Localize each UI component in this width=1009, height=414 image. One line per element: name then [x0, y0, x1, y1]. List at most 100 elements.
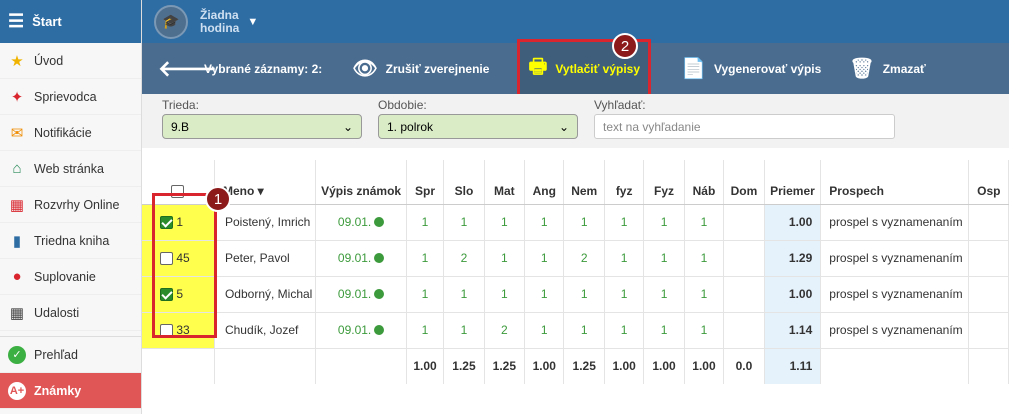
grade-cell[interactable]: 1: [684, 204, 725, 241]
grade-cell[interactable]: 2: [443, 240, 485, 277]
table-row[interactable]: 45 Peter, Pavol 09.01. 1 2 1 1 2 1 1 1 1.29 prospel …: [142, 240, 1009, 277]
grade-cell[interactable]: 2: [563, 240, 605, 277]
search-label: Vyhľadať:: [594, 98, 646, 112]
grade-cell[interactable]: 1: [524, 312, 565, 349]
hour-line1: Žiadna: [200, 7, 239, 22]
grade-cell[interactable]: 1: [684, 276, 725, 313]
footer-average: 1.00: [643, 348, 685, 384]
toolbar: 🡐 Vybrané záznamy: 2: 👁 Zrušiť zverejneni…: [142, 38, 1009, 99]
grade-cell[interactable]: 1: [684, 312, 725, 349]
back-arrow-icon[interactable]: 🡐: [158, 56, 217, 82]
column-header: Nem: [563, 160, 605, 205]
grade-cell[interactable]: 1: [643, 204, 685, 241]
sidebar-item-znamky[interactable]: A+ Známky: [0, 373, 141, 409]
publish-date-cell[interactable]: 09.01.: [315, 240, 407, 277]
footer-empty: [214, 348, 317, 384]
table-row[interactable]: 33 Chudík, Jozef 09.01. 1 1 2 1 1 1 1 1 1.14 prospel…: [142, 312, 1009, 349]
grade-cell[interactable]: [723, 276, 765, 313]
student-name[interactable]: Odborný, Michal: [214, 276, 317, 313]
grade-cell[interactable]: 1: [484, 204, 526, 241]
sidebar-item-uvod[interactable]: ★ Úvod: [0, 43, 141, 79]
period-select[interactable]: 1. polrok ⌄: [378, 114, 578, 139]
behavior-cell: [968, 312, 1009, 349]
grade-cell[interactable]: 1: [563, 312, 605, 349]
grade-cell[interactable]: 1: [406, 276, 445, 313]
grade-cell[interactable]: [723, 240, 765, 277]
hour-selector[interactable]: Žiadna hodina: [200, 7, 239, 35]
student-name[interactable]: Chudík, Jozef: [214, 312, 317, 349]
student-name[interactable]: Poistený, Imrich: [214, 204, 317, 241]
table-row[interactable]: 5 Odborný, Michal 09.01. 1 1 1 1 1 1 1 1 1.00 prospe…: [142, 276, 1009, 313]
footer-empty: [820, 348, 970, 384]
publish-date-cell[interactable]: 09.01.: [315, 204, 407, 241]
grade-cell[interactable]: [723, 312, 765, 349]
grade-cell[interactable]: 1: [563, 276, 605, 313]
search-input[interactable]: text na vyhľadanie: [594, 114, 895, 139]
table-row[interactable]: 1 Poistený, Imrich 09.01. 1 1 1 1 1 1 1 1 1.00 prosp…: [142, 204, 1009, 241]
selection-highlight-box: [152, 193, 217, 338]
hamburger-icon[interactable]: ☰: [8, 11, 24, 32]
grade-cell[interactable]: 1: [604, 312, 645, 349]
filter-bar: Trieda: 9.B ⌄ Obdobie: 1. polrok ⌄ Vyhľada…: [142, 94, 1009, 148]
sidebar-title: Štart: [32, 14, 62, 29]
grade-cell[interactable]: 1: [643, 312, 685, 349]
sidebar-item-prehlad[interactable]: ✓ Prehľad: [0, 337, 141, 373]
sidebar-item-rozvrhy[interactable]: ▦ Rozvrhy Online: [0, 187, 141, 223]
unpublish-button[interactable]: 👁 Zrušiť zverejnenie: [352, 56, 489, 81]
grade-cell[interactable]: 2: [484, 312, 526, 349]
footer-empty: [968, 348, 1009, 384]
sidebar-item-sprievodca[interactable]: ✦ Sprievodca: [0, 79, 141, 115]
grade-cell[interactable]: 1: [406, 312, 445, 349]
publish-date-cell[interactable]: 09.01.: [315, 276, 407, 313]
student-name[interactable]: Peter, Pavol: [214, 240, 317, 277]
grade-cell[interactable]: 1: [443, 312, 485, 349]
column-header: Spr: [406, 160, 445, 205]
sidebar-item-suplovanie[interactable]: ● Suplovanie: [0, 259, 141, 295]
selected-records-label: Vybrané záznamy: 2:: [204, 61, 323, 76]
footer-average: 1.00: [684, 348, 725, 384]
grade-cell[interactable]: [723, 204, 765, 241]
sidebar-item-notifikacie[interactable]: ✉ Notifikácie: [0, 115, 141, 151]
globe-icon: [374, 289, 385, 299]
grade-cell[interactable]: 1: [524, 204, 565, 241]
column-header: Priemer: [764, 160, 822, 205]
grade-cell[interactable]: 1: [484, 240, 526, 277]
grade-cell[interactable]: 1: [484, 276, 526, 313]
generate-button[interactable]: 📄 Vygenerovať výpis: [681, 56, 821, 81]
grade-cell[interactable]: 1: [443, 276, 485, 313]
sidebar-header[interactable]: ☰ Štart: [0, 0, 141, 43]
delete-button[interactable]: 🗑 Zmazať: [849, 56, 926, 81]
grade-cell[interactable]: 1: [684, 240, 725, 277]
column-header: Osp: [968, 160, 1009, 205]
grade-cell[interactable]: 1: [443, 204, 485, 241]
sidebar-item-triedna-kniha[interactable]: ▮ Triedna kniha: [0, 223, 141, 259]
callout-badge-2: 2: [612, 33, 638, 59]
grade-cell[interactable]: 1: [604, 204, 645, 241]
search-placeholder: text na vyhľadanie: [603, 119, 701, 134]
column-header: fyz: [604, 160, 645, 205]
column-header: Fyz: [643, 160, 685, 205]
footer-average: 1.11: [764, 348, 822, 384]
sidebar-item-web[interactable]: ⌂ Web stránka: [0, 151, 141, 187]
graduation-cap-icon[interactable]: 🎓: [154, 4, 188, 39]
sidebar: ☰ Štart ★ Úvod ✦ Sprievodca ✉ Notifikácie ⌂…: [0, 0, 142, 414]
publish-date-cell[interactable]: 09.01.: [315, 312, 407, 349]
chevron-down-icon[interactable]: ▼: [247, 16, 258, 28]
grade-cell[interactable]: 1: [524, 276, 565, 313]
grade-cell[interactable]: 1: [604, 276, 645, 313]
grade-cell[interactable]: 1: [406, 240, 445, 277]
grade-cell[interactable]: 1: [524, 240, 565, 277]
grade-cell[interactable]: 1: [643, 276, 685, 313]
sidebar-item-udalosti[interactable]: ▦ Udalosti: [0, 295, 141, 331]
column-header: Výpis známok: [315, 160, 407, 205]
grade-cell[interactable]: 1: [406, 204, 445, 241]
footer-average: 1.25: [563, 348, 605, 384]
star-icon: ★: [10, 52, 24, 70]
check-circle-icon: ✓: [8, 345, 26, 364]
grade-cell[interactable]: 1: [604, 240, 645, 277]
column-header: Mat: [484, 160, 526, 205]
grade-cell[interactable]: 1: [643, 240, 685, 277]
class-select[interactable]: 9.B ⌄: [162, 114, 362, 139]
grade-cell[interactable]: 1: [563, 204, 605, 241]
average-cell: 1.00: [764, 204, 822, 241]
